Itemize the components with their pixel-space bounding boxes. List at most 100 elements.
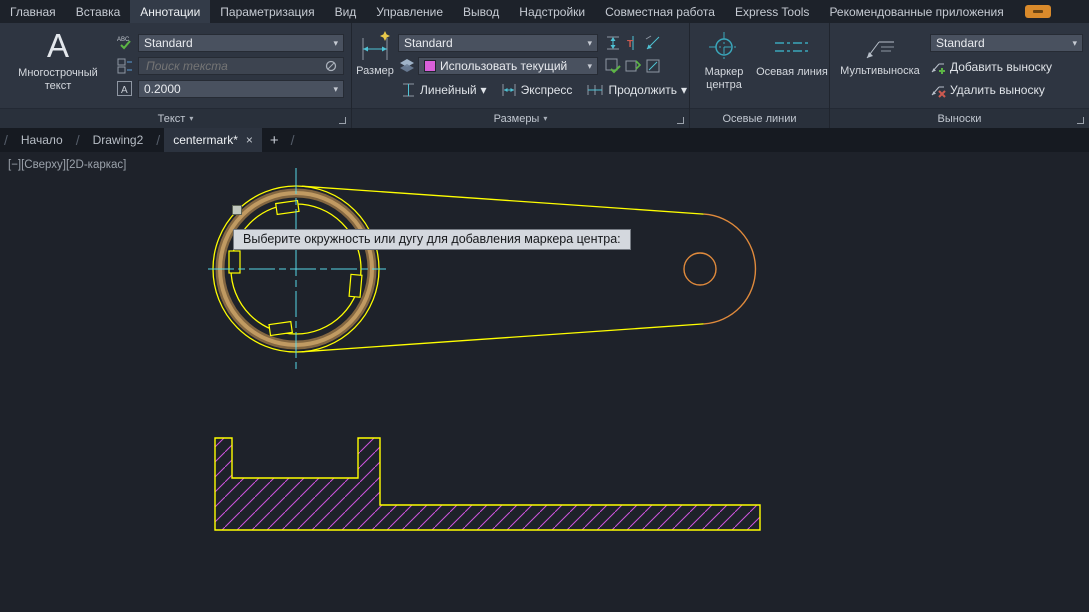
panel-label-centerlines[interactable]: Осевые линии xyxy=(690,108,829,128)
panel-launcher-icon[interactable] xyxy=(677,117,684,124)
dimension-button[interactable]: Размер xyxy=(354,26,396,106)
keyway-notch xyxy=(349,274,362,297)
center-line-button[interactable]: Осевая линия xyxy=(756,26,828,106)
menu-tab-express-tools[interactable]: Express Tools xyxy=(725,0,819,23)
panel-centerlines: Маркер центра Осевая линия Осевые линии xyxy=(690,23,830,128)
new-tab-button[interactable]: + xyxy=(262,128,287,152)
panel-leaders: Мультивыноска Standard ▾ xyxy=(830,23,1089,128)
dim-tool-icon-1[interactable] xyxy=(604,34,622,52)
mtext-button[interactable]: A Многострочный текст xyxy=(6,26,110,106)
menu-tab-view[interactable]: Вид xyxy=(325,0,367,23)
menu-tab-featured-apps[interactable]: Рекомендованные приложения xyxy=(819,0,1013,23)
continue-dim-icon xyxy=(586,82,604,98)
add-leader-icon xyxy=(930,59,946,75)
chevron-down-icon: ▾ xyxy=(333,84,338,95)
panel-label-text[interactable]: Текст ▾ xyxy=(0,108,351,128)
panel-label-leaders[interactable]: Выноски xyxy=(830,108,1089,128)
text-style-icon: ABC xyxy=(116,34,134,52)
close-icon[interactable]: × xyxy=(246,133,253,147)
small-hole-circle[interactable] xyxy=(684,253,716,285)
chevron-down-icon: ▾ xyxy=(681,83,687,97)
chevron-down-icon: ▾ xyxy=(587,38,592,49)
lower-tangent-line[interactable] xyxy=(302,324,704,352)
file-tab-drawing2[interactable]: Drawing2 xyxy=(84,128,153,152)
file-tab-bar: / Начало / Drawing2 / centermark* × + / xyxy=(0,128,1089,152)
tab-separator: / xyxy=(72,128,84,152)
dim-tool-icon-2[interactable]: T xyxy=(624,34,642,52)
menu-tab-collaborate[interactable]: Совместная работа xyxy=(595,0,725,23)
panel-launcher-icon[interactable] xyxy=(1077,117,1084,124)
svg-text:A: A xyxy=(121,85,128,96)
center-mark-label: Маркер центра xyxy=(693,66,755,92)
dim-tool-icon-5[interactable] xyxy=(624,57,642,75)
layer-color-swatch xyxy=(424,60,436,72)
menu-tab-addins[interactable]: Надстройки xyxy=(509,0,595,23)
center-line-label: Осевая линия xyxy=(756,66,828,79)
panel-label-dimensions[interactable]: Размеры ▾ xyxy=(352,108,689,128)
menu-tab-home[interactable]: Главная xyxy=(0,0,66,23)
dim-style-dropdown[interactable]: Standard ▾ xyxy=(398,34,598,52)
dim-tool-icon-4[interactable] xyxy=(604,57,622,75)
file-tab-start[interactable]: Начало xyxy=(12,128,72,152)
chevron-down-icon: ▾ xyxy=(587,61,592,72)
layers-icon xyxy=(398,57,416,75)
search-input[interactable] xyxy=(144,58,321,74)
menu-tab-output[interactable]: Вывод xyxy=(453,0,509,23)
section-profile[interactable] xyxy=(215,438,760,530)
grip-handle[interactable] xyxy=(233,206,242,215)
tab-separator: / xyxy=(0,128,12,152)
dim-tool-icon-3[interactable] xyxy=(644,34,662,52)
text-find-icon xyxy=(116,57,134,75)
autocad-window: Главная Вставка Аннотации Параметризация… xyxy=(0,0,1089,612)
chevron-down-icon: ▾ xyxy=(333,38,338,49)
search-icon xyxy=(325,60,338,73)
panel-dimensions: Размер Standard ▾ xyxy=(352,23,690,128)
dimension-label: Размер xyxy=(356,65,394,78)
upper-tangent-line[interactable] xyxy=(302,186,704,214)
text-style-dropdown[interactable]: Standard ▾ xyxy=(138,34,344,52)
text-height-dropdown[interactable]: 0.2000 ▾ xyxy=(138,80,344,98)
panel-launcher-icon[interactable] xyxy=(339,117,346,124)
viewport-controls[interactable]: [−][Сверху][2D-каркас] xyxy=(8,159,126,171)
center-line-icon xyxy=(772,29,812,65)
chevron-down-icon: ▾ xyxy=(543,114,547,123)
chevron-down-icon: ▾ xyxy=(481,83,487,97)
dim-continue-button[interactable]: Продолжить ▾ xyxy=(581,80,692,100)
end-arc[interactable] xyxy=(704,214,756,324)
menu-tab-annotate[interactable]: Аннотации xyxy=(130,0,210,23)
add-leader-button[interactable]: Добавить выноску xyxy=(930,57,1052,77)
menu-tab-parametric[interactable]: Параметризация xyxy=(210,0,324,23)
dimension-icon xyxy=(358,30,392,64)
mtext-label: Многострочный текст xyxy=(6,67,110,93)
ribbon: A Многострочный текст ABC Standard ▾ xyxy=(0,23,1089,128)
ribbon-tab-bar: Главная Вставка Аннотации Параметризация… xyxy=(0,0,1089,23)
drawing-canvas[interactable]: [−][Сверху][2D-каркас] xyxy=(0,152,1089,612)
tab-separator: / xyxy=(152,128,164,152)
tray-badge-icon[interactable] xyxy=(1025,5,1051,18)
text-search-box[interactable] xyxy=(138,57,344,75)
dim-linear-button[interactable]: Линейный ▾ xyxy=(396,80,492,100)
multileader-label: Мультивыноска xyxy=(840,65,920,78)
dim-layer-dropdown[interactable]: Использовать текущий ▾ xyxy=(418,57,598,75)
menu-tab-manage[interactable]: Управление xyxy=(366,0,453,23)
command-tooltip: Выберите окружность или дугу для добавле… xyxy=(233,229,631,250)
remove-leader-button[interactable]: Удалить выноску xyxy=(930,80,1045,100)
file-tab-centermark[interactable]: centermark* × xyxy=(164,128,262,152)
linear-dim-icon xyxy=(401,82,416,98)
svg-text:T: T xyxy=(627,39,633,50)
tab-separator: / xyxy=(287,128,299,152)
mtext-icon: A xyxy=(47,26,69,66)
drawing-geometry xyxy=(0,152,1089,612)
center-mark-icon xyxy=(707,29,741,65)
menu-tab-insert[interactable]: Вставка xyxy=(66,0,131,23)
leader-style-dropdown[interactable]: Standard ▾ xyxy=(930,34,1083,52)
multileader-button[interactable]: Мультивыноска xyxy=(834,26,926,106)
center-mark-button[interactable]: Маркер центра xyxy=(693,26,755,106)
text-height-icon: A xyxy=(116,80,134,98)
remove-leader-icon xyxy=(930,82,946,98)
chevron-down-icon: ▾ xyxy=(1072,38,1077,49)
multileader-icon xyxy=(862,30,898,64)
dim-tool-icon-6[interactable] xyxy=(644,57,662,75)
keyway-notch xyxy=(229,251,240,273)
dim-express-button[interactable]: Экспресс xyxy=(496,80,578,100)
